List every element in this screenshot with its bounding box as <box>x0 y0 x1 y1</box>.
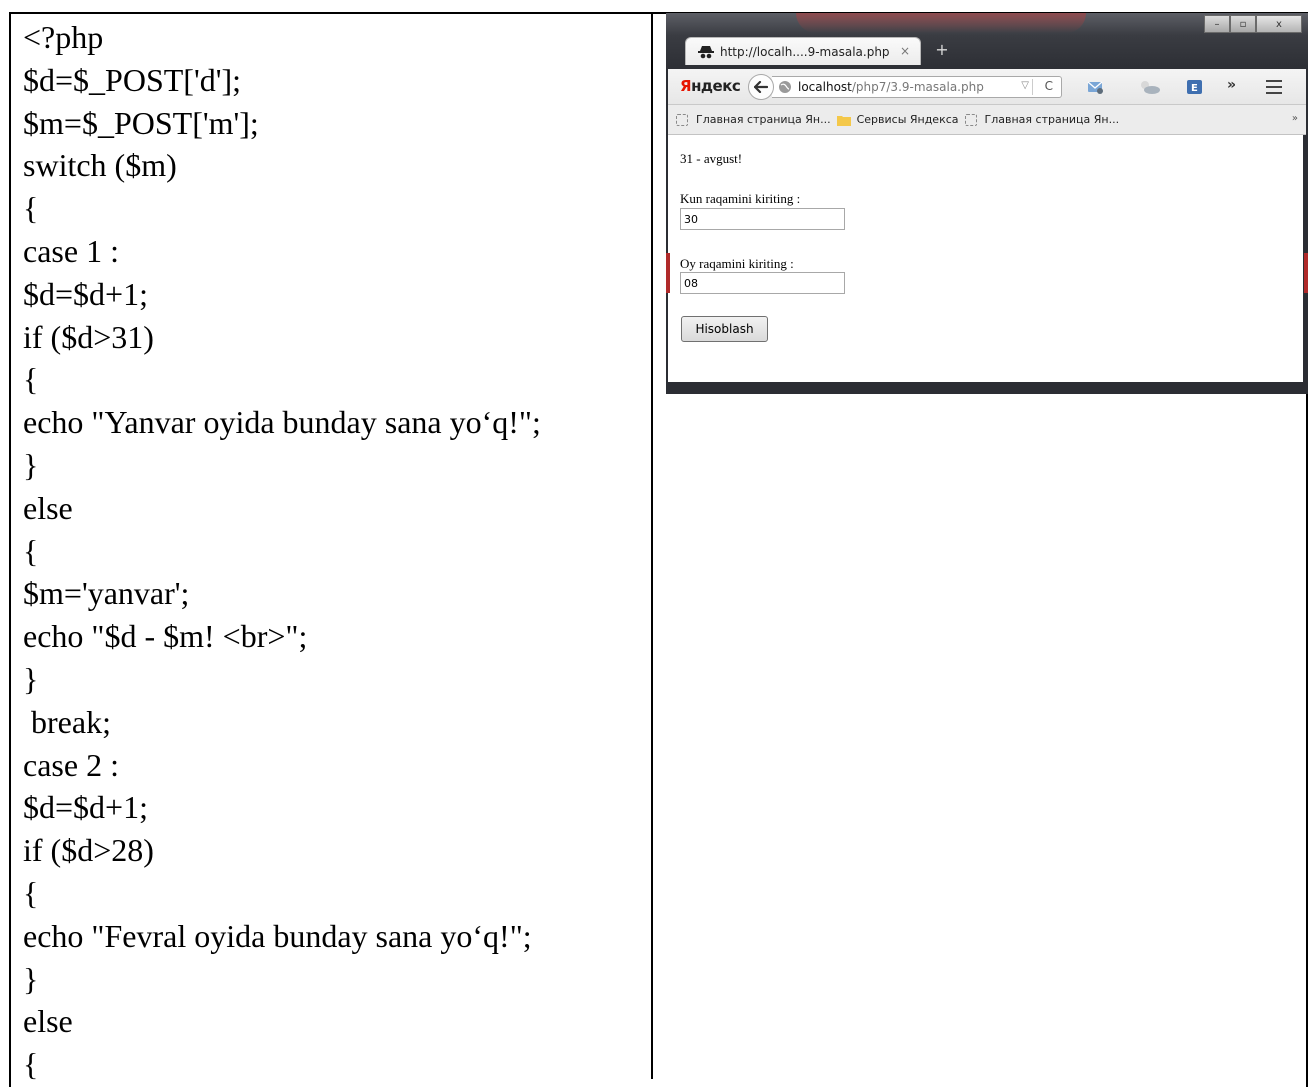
code-line: switch ($m) <box>23 147 177 184</box>
reload-icon[interactable]: C <box>1045 79 1053 93</box>
window-bottom-border <box>666 384 1308 394</box>
url-path: /php7/3.9-masala.php <box>851 80 984 94</box>
month-label: Oy raqamini kiriting : <box>680 256 794 271</box>
code-line: $d=$d+1; <box>23 789 148 826</box>
code-line: { <box>23 1046 39 1083</box>
tab-title: http://localh....9-masala.php <box>720 44 890 59</box>
code-line: { <box>23 190 39 227</box>
bookmark-item[interactable]: Главная страница Ян... <box>676 113 831 126</box>
new-tab-button[interactable]: + <box>932 39 952 59</box>
code-line: case 1 : <box>23 232 119 269</box>
titlebar-glow <box>796 13 1086 33</box>
code-line: else <box>23 1003 73 1040</box>
code-line: echo "Yanvar oyida bunday sana yo‘q!"; <box>23 404 541 441</box>
toolbar-overflow-button[interactable]: » <box>1227 77 1236 93</box>
code-line: echo "$d - $m! <br>"; <box>23 618 308 655</box>
tab-close-icon[interactable]: × <box>900 44 910 58</box>
private-browsing-icon <box>698 45 714 58</box>
bookmarks-bar: Главная страница Ян... Сервисы Яндекса Г… <box>668 105 1306 135</box>
code-line: { <box>23 361 39 398</box>
browser-tab[interactable]: http://localh....9-masala.php × <box>685 37 921 65</box>
month-input[interactable]: 08 <box>680 272 845 294</box>
mail-icon[interactable] <box>1086 78 1104 96</box>
maximize-button[interactable]: ▫ <box>1230 15 1256 33</box>
code-line: } <box>23 960 39 997</box>
bookmark-item[interactable]: Сервисы Яндекса <box>836 113 959 126</box>
yandex-logo[interactable]: Яндекс <box>680 77 741 95</box>
code-line: } <box>23 660 39 697</box>
window-edge-glow <box>1304 253 1308 293</box>
submit-button[interactable]: Hisoblash <box>681 316 768 342</box>
url-separator <box>1032 79 1033 95</box>
table-column-divider <box>651 12 653 1079</box>
day-input[interactable]: 30 <box>680 208 845 230</box>
code-line: break; <box>23 703 111 740</box>
folder-icon <box>836 115 851 126</box>
code-line: $m=$_POST['m']; <box>23 104 259 141</box>
browser-navbar: Яндекс localhost/php7/3.9-masala.php ▽ C <box>668 69 1306 105</box>
code-line: else <box>23 489 73 526</box>
page-icon <box>676 113 688 126</box>
weather-icon[interactable] <box>1136 78 1162 96</box>
code-line: { <box>23 874 39 911</box>
result-text: 31 - avgust! <box>680 151 743 166</box>
svg-text:E: E <box>1191 83 1198 94</box>
code-line: case 2 : <box>23 746 119 783</box>
day-label: Kun raqamini kiriting : <box>680 191 801 206</box>
browser-window-screenshot: – ▫ x http://localh....9-masala.php × + … <box>666 13 1308 394</box>
address-bar[interactable]: localhost/php7/3.9-masala.php ▽ C <box>772 76 1062 98</box>
code-line: <?php <box>23 19 104 55</box>
back-arrow-icon <box>754 81 768 93</box>
url-history-dropdown-icon[interactable]: ▽ <box>1021 80 1029 91</box>
code-line: if ($d>31) <box>23 318 154 355</box>
yandex-disk-icon[interactable]: E <box>1186 78 1204 96</box>
bookmark-item[interactable]: Главная страница Ян... <box>964 113 1119 126</box>
page-content: 31 - avgust! Kun raqamini kiriting : 30 … <box>668 135 1303 382</box>
window-edge-glow <box>666 253 670 293</box>
globe-icon <box>779 81 791 93</box>
code-line: $m='yanvar'; <box>23 575 190 612</box>
code-line: { <box>23 532 39 569</box>
php-code-block: <?php $d=$_POST['d']; $m=$_POST['m'];switc… <box>23 16 648 1086</box>
window-controls: – ▫ x <box>1204 15 1302 33</box>
code-line: } <box>23 446 39 483</box>
url-host: localhost <box>798 80 852 94</box>
close-window-button[interactable]: x <box>1256 15 1302 33</box>
menu-icon[interactable] <box>1266 80 1282 98</box>
code-line: echo "Fevral oyida bunday sana yo‘q!"; <box>23 917 532 954</box>
minimize-button[interactable]: – <box>1204 15 1230 33</box>
bookmarks-overflow-button[interactable]: » <box>1292 113 1298 124</box>
code-line: if ($d>28) <box>23 832 154 869</box>
browser-titlebar: – ▫ x http://localh....9-masala.php × + <box>666 13 1308 69</box>
back-button[interactable] <box>748 74 774 100</box>
code-line: $d=$d+1; <box>23 275 148 312</box>
page-icon <box>964 113 977 126</box>
code-line: $d=$_POST['d']; <box>23 61 242 98</box>
